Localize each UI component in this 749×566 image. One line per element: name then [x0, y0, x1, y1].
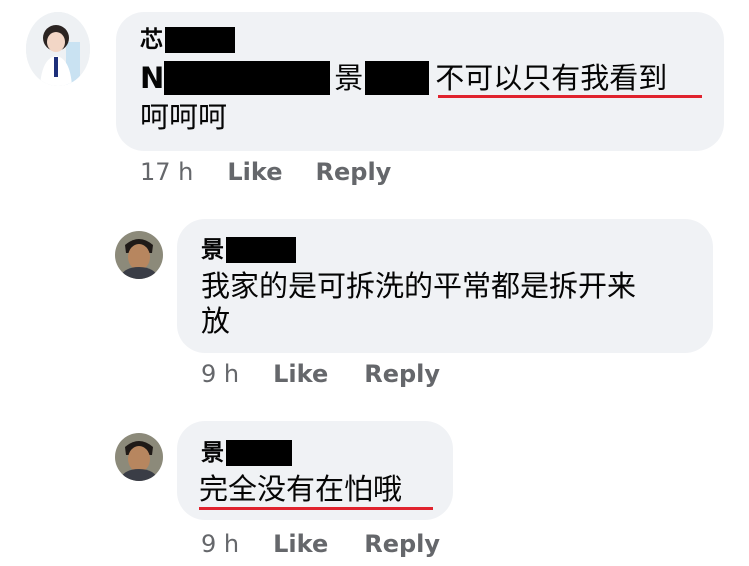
reply-button[interactable]: Reply — [364, 362, 440, 386]
comment-text: 放 — [201, 304, 231, 338]
redacted-name — [226, 237, 296, 263]
author-visible-name: 景 — [201, 236, 224, 263]
reply-button[interactable]: Reply — [364, 532, 440, 556]
comment-text-line: 我家的是可拆洗的平常都是拆开来 — [201, 266, 636, 306]
comment-text: 我家的是可拆洗的平常都是拆开来 — [201, 269, 637, 303]
comment-author[interactable]: 景 — [201, 440, 292, 466]
comment-author[interactable]: 芯 — [140, 27, 235, 53]
highlighted-text: 完全没有在怕哦 — [199, 472, 403, 506]
redacted-mention — [365, 61, 430, 95]
timestamp[interactable]: 17 h — [140, 160, 193, 184]
comment-author[interactable]: 景 — [201, 237, 296, 263]
annotation-underline — [438, 95, 702, 98]
avatar[interactable] — [115, 433, 163, 481]
like-button[interactable]: Like — [273, 362, 328, 386]
mention-initial: N — [140, 61, 165, 95]
comment-text-line: 呵呵呵 — [140, 97, 227, 137]
comment-actions: 9 h Like Reply — [201, 362, 440, 386]
like-button[interactable]: Like — [273, 532, 328, 556]
comment-text-line: 放 — [201, 301, 230, 341]
mention-name: 景 — [334, 61, 364, 95]
redacted-name — [226, 440, 292, 466]
avatar[interactable] — [115, 231, 163, 279]
annotation-underline — [199, 507, 433, 510]
timestamp[interactable]: 9 h — [201, 362, 239, 386]
comment-actions: 9 h Like Reply — [201, 532, 440, 556]
reply-button[interactable]: Reply — [316, 160, 392, 184]
comment-actions: 17 h Like Reply — [140, 160, 391, 184]
comment-text-line: 完全没有在怕哦 — [199, 469, 402, 509]
avatar-boy-icon — [115, 433, 163, 481]
comment-text: 呵呵呵 — [140, 100, 228, 134]
timestamp[interactable]: 9 h — [201, 532, 239, 556]
redacted-mention — [164, 61, 331, 95]
redacted-name — [165, 27, 235, 53]
highlighted-text: 不可以只有我看到 — [435, 61, 668, 95]
like-button[interactable]: Like — [227, 160, 282, 184]
author-visible-name: 芯 — [140, 26, 163, 53]
avatar-boy-icon — [115, 231, 163, 279]
avatar-girl-icon — [26, 12, 90, 86]
author-visible-name: 景 — [201, 439, 224, 466]
comment-text-line: N 景 不可以只有我看到 — [140, 58, 667, 98]
avatar[interactable] — [26, 12, 90, 86]
